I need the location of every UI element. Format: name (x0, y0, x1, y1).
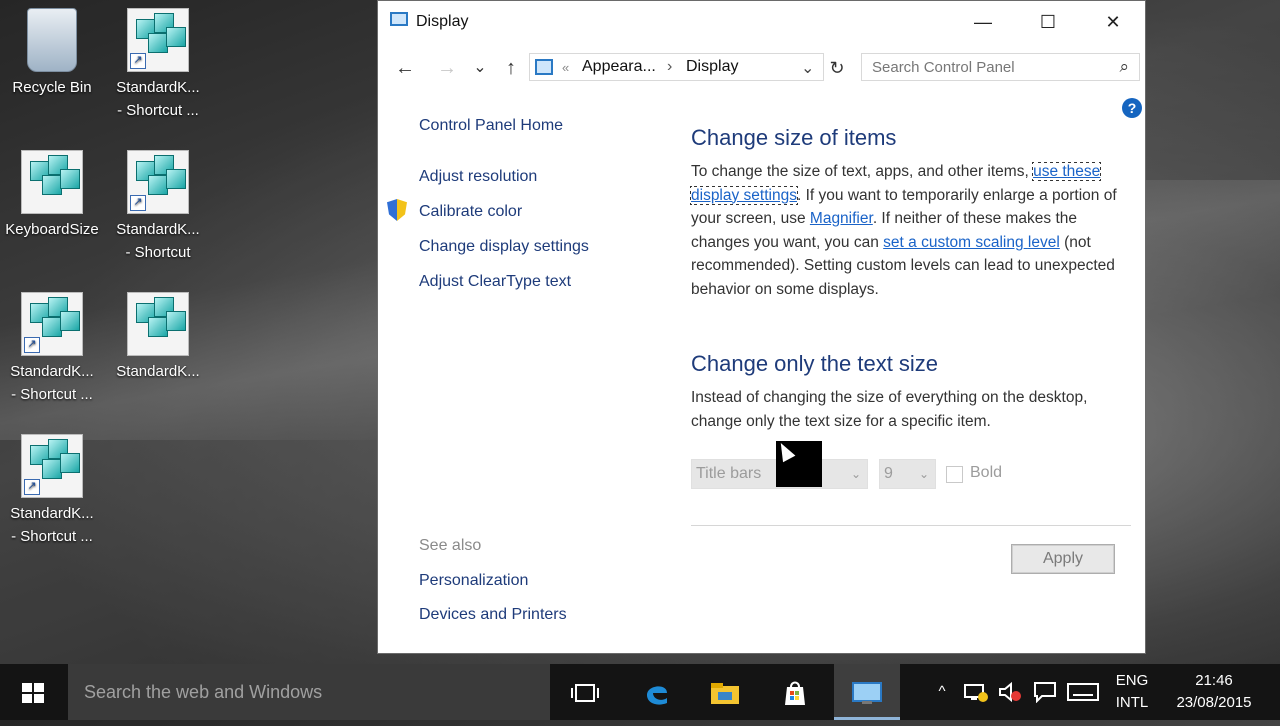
desktop-icon-label: StandardK... - Shortcut ... (10, 363, 94, 403)
navigation-bar: ← → ⌄ ↑ « Appeara... › Display ⌄ ↻ Searc… (378, 51, 1145, 85)
display-window: Display — ☐ ✕ ← → ⌄ ↑ « Appeara... › Dis… (377, 0, 1146, 654)
font-size-select[interactable]: 9 ⌄ (879, 459, 936, 489)
heading-change-size: Change size of items (691, 125, 897, 150)
desktop-icon-standardk-shortcut-3[interactable]: ↗ StandardK... - Shortcut ... (2, 292, 102, 406)
clock[interactable]: 21:46 23/08/2015 (1164, 664, 1264, 726)
desktop-icon-label: Recycle Bin (12, 79, 92, 96)
language-bottom: INTL (1115, 694, 1149, 711)
registry-shortcut-icon: ↗ (127, 8, 189, 72)
desktop-icon-standardk-shortcut-4[interactable]: ↗ StandardK... - Shortcut ... (2, 434, 102, 548)
up-button[interactable]: ↑ (498, 54, 524, 82)
search-icon[interactable]: ⌕ (1119, 57, 1129, 77)
control-panel-icon (535, 59, 553, 75)
apply-button[interactable]: Apply (1011, 544, 1115, 574)
divider (691, 525, 1131, 526)
desktop-icon-label: StandardK... - Shortcut (116, 221, 200, 261)
recycle-bin-icon (27, 8, 77, 72)
network-icon[interactable] (962, 664, 990, 720)
item-select-value: Title bars (696, 465, 762, 482)
chevron-down-icon: ⌄ (850, 467, 861, 481)
desktop-icon-label: StandardK... (116, 363, 200, 380)
refresh-button[interactable]: ↻ (824, 54, 850, 82)
heading-text-size: Change only the text size (691, 351, 939, 376)
chevron-down-icon: ⌄ (918, 467, 929, 481)
desktop-icon-label: StandardK... - Shortcut ... (10, 505, 94, 545)
store-icon[interactable] (762, 664, 828, 720)
touch-keyboard-icon[interactable] (1066, 664, 1100, 720)
tray-overflow-icon[interactable]: ^ (930, 664, 954, 720)
back-button[interactable]: ← (392, 54, 418, 82)
clock-time: 21:46 (1195, 672, 1233, 689)
registry-file-icon (127, 292, 189, 356)
bold-label: Bold (970, 464, 1003, 481)
search-box[interactable]: Search Control Panel ⌕ (861, 53, 1140, 81)
bold-checkbox[interactable] (946, 466, 963, 483)
sidebar-calibrate-color[interactable]: Calibrate color (419, 203, 522, 221)
see-also-heading: See also (419, 537, 482, 554)
registry-shortcut-icon: ↗ (127, 150, 189, 214)
custom-scaling-link[interactable]: set a custom scaling level (883, 234, 1060, 251)
sidebar-adjust-resolution[interactable]: Adjust resolution (419, 168, 537, 186)
window-title: Display (416, 13, 469, 30)
link-text: set a custom scaling (883, 233, 1024, 251)
desktop-icon-recycle-bin[interactable]: Recycle Bin (2, 8, 102, 99)
change-size-description: To change the size of text, apps, and ot… (689, 160, 1131, 301)
sidebar-devices-and-printers[interactable]: Devices and Printers (419, 606, 567, 624)
desktop-icon-standardk-shortcut-2[interactable]: ↗ StandardK... - Shortcut (108, 150, 208, 264)
language-indicator[interactable]: ENG INTL (1110, 664, 1154, 726)
volume-muted-icon[interactable] (996, 664, 1024, 720)
address-dropdown-icon[interactable]: ⌄ (801, 58, 814, 78)
desktop-icon-label: KeyboardSize (5, 221, 99, 238)
breadcrumb-display[interactable]: Display (686, 58, 738, 76)
edge-icon[interactable] (624, 664, 690, 720)
address-bar[interactable]: « Appeara... › Display ⌄ (529, 53, 824, 81)
maximize-button[interactable]: ☐ (1015, 1, 1081, 43)
desktop-icon-keyboardsize[interactable]: KeyboardSize (2, 150, 102, 241)
link-text: display settings (691, 186, 797, 204)
windows-logo-icon (22, 683, 44, 703)
desktop-icon-standardk-shortcut-1[interactable]: ↗ StandardK... - Shortcut ... (108, 8, 208, 122)
file-explorer-icon[interactable] (692, 664, 758, 720)
registry-file-icon (21, 150, 83, 214)
registry-shortcut-icon: ↗ (21, 292, 83, 356)
title-bar[interactable]: Display — ☐ ✕ (378, 1, 1145, 43)
action-center-icon[interactable] (1032, 664, 1058, 720)
breadcrumb-overflow[interactable]: « (562, 60, 569, 75)
display-icon (390, 12, 408, 26)
minimize-button[interactable]: — (950, 1, 1016, 43)
control-panel-taskbar-icon[interactable] (834, 664, 900, 720)
close-button[interactable]: ✕ (1080, 1, 1146, 43)
magnifier-link[interactable]: Magnifier (810, 210, 873, 227)
desktop-icon-standardk[interactable]: StandardK... (108, 292, 208, 383)
sidebar-personalization[interactable]: Personalization (419, 572, 528, 590)
breadcrumb-appearance[interactable]: Appeara... (582, 58, 656, 76)
link-text: use these (1033, 163, 1101, 180)
task-view-icon[interactable] (552, 664, 618, 720)
registry-shortcut-icon: ↗ (21, 434, 83, 498)
start-button[interactable] (0, 664, 66, 720)
clock-date: 23/08/2015 (1176, 694, 1252, 711)
text: To change the size of text, apps, and ot… (691, 163, 1029, 180)
breadcrumb-separator: › (667, 58, 673, 75)
sidebar-control-panel-home[interactable]: Control Panel Home (419, 117, 563, 135)
search-placeholder: Search Control Panel (872, 59, 1015, 76)
language-top: ENG (1115, 672, 1149, 689)
forward-button[interactable]: → (434, 54, 460, 82)
sidebar-adjust-cleartype[interactable]: Adjust ClearType text (419, 273, 571, 291)
uac-shield-icon (387, 199, 407, 221)
text-size-description: Instead of changing the size of everythi… (691, 389, 1088, 430)
link-text: level (1027, 233, 1060, 251)
font-size-value: 9 (884, 465, 893, 482)
desktop-icon-label: StandardK... - Shortcut ... (116, 79, 200, 119)
help-icon[interactable]: ? (1122, 98, 1142, 118)
taskbar: Search the web and Windows ^ ENG INTL 21… (0, 664, 1280, 720)
taskbar-search[interactable]: Search the web and Windows (68, 664, 550, 720)
sidebar-change-display-settings[interactable]: Change display settings (419, 238, 589, 256)
recent-locations-button[interactable]: ⌄ (467, 54, 493, 82)
